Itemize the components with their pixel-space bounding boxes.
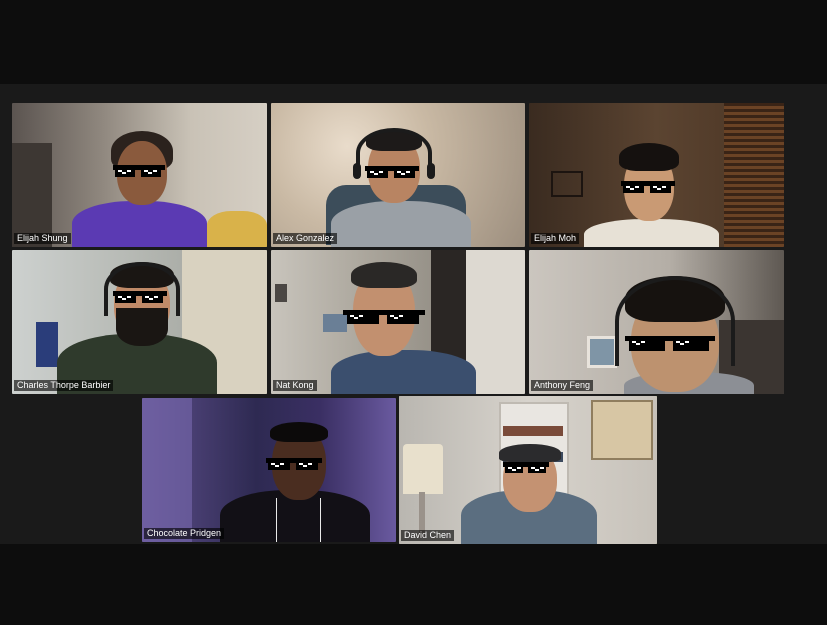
bag (36, 322, 58, 367)
lamp-shade (403, 444, 443, 494)
light-glow (142, 398, 192, 542)
earcup-left (353, 163, 361, 179)
window-blinds (724, 103, 784, 247)
video-tile-charles-thorpe-barbier[interactable]: Charles Thorpe Barbier (12, 250, 267, 394)
torso (331, 201, 471, 247)
pixel-sunglasses-icon (365, 166, 419, 180)
pixel-sunglasses-icon (621, 181, 675, 195)
meeting-bottom-bar (0, 544, 827, 625)
door (12, 143, 52, 247)
hair (619, 143, 679, 171)
torso (331, 350, 476, 394)
wall-map (591, 400, 653, 460)
pixel-sunglasses-icon (113, 165, 165, 179)
books (503, 426, 563, 436)
pixel-sunglasses-icon (503, 462, 549, 474)
video-tile-nat-kong[interactable]: Nat Kong (271, 250, 525, 394)
pixel-sunglasses-icon (625, 336, 715, 354)
meeting-top-bar (0, 0, 827, 84)
video-tile-david-chen[interactable]: David Chen (399, 396, 657, 544)
earphone-cord (320, 498, 321, 542)
participant-name-label: Elijah Shung (14, 233, 71, 244)
earphone-cord (276, 498, 277, 542)
pixel-sunglasses-icon (343, 310, 425, 326)
earcup-right (427, 163, 435, 179)
video-tile-elijah-shung[interactable]: Elijah Shung (12, 103, 267, 247)
video-tile-elijah-moh[interactable]: Elijah Moh (529, 103, 784, 247)
blanket (207, 211, 267, 247)
pixel-sunglasses-icon (113, 291, 167, 305)
torso (72, 201, 207, 247)
pixel-sunglasses-icon (266, 458, 322, 472)
video-tile-anthony-feng[interactable]: Anthony Feng (529, 250, 784, 394)
hair (351, 262, 417, 288)
participant-name-label: Nat Kong (273, 380, 317, 391)
wall-frame (587, 336, 617, 368)
wall-frame (275, 284, 287, 302)
participant-name-label: Elijah Moh (531, 233, 580, 244)
participant-name-label: Alex Gonzalez (273, 233, 338, 244)
participant-name-label: David Chen (401, 530, 455, 541)
participant-name-label: Charles Thorpe Barbier (14, 380, 114, 391)
wall-frame (551, 171, 583, 197)
video-tile-chocolate-pridgen[interactable]: Chocolate Pridgen (142, 398, 396, 542)
cap (499, 444, 561, 462)
hair (270, 422, 328, 442)
participant-name-label: Anthony Feng (531, 380, 594, 391)
participant-name-label: Chocolate Pridgen (144, 528, 225, 539)
headset-icon (104, 262, 180, 316)
torso (584, 219, 719, 247)
video-tile-alex-gonzalez[interactable]: Alex Gonzalez (271, 103, 525, 247)
